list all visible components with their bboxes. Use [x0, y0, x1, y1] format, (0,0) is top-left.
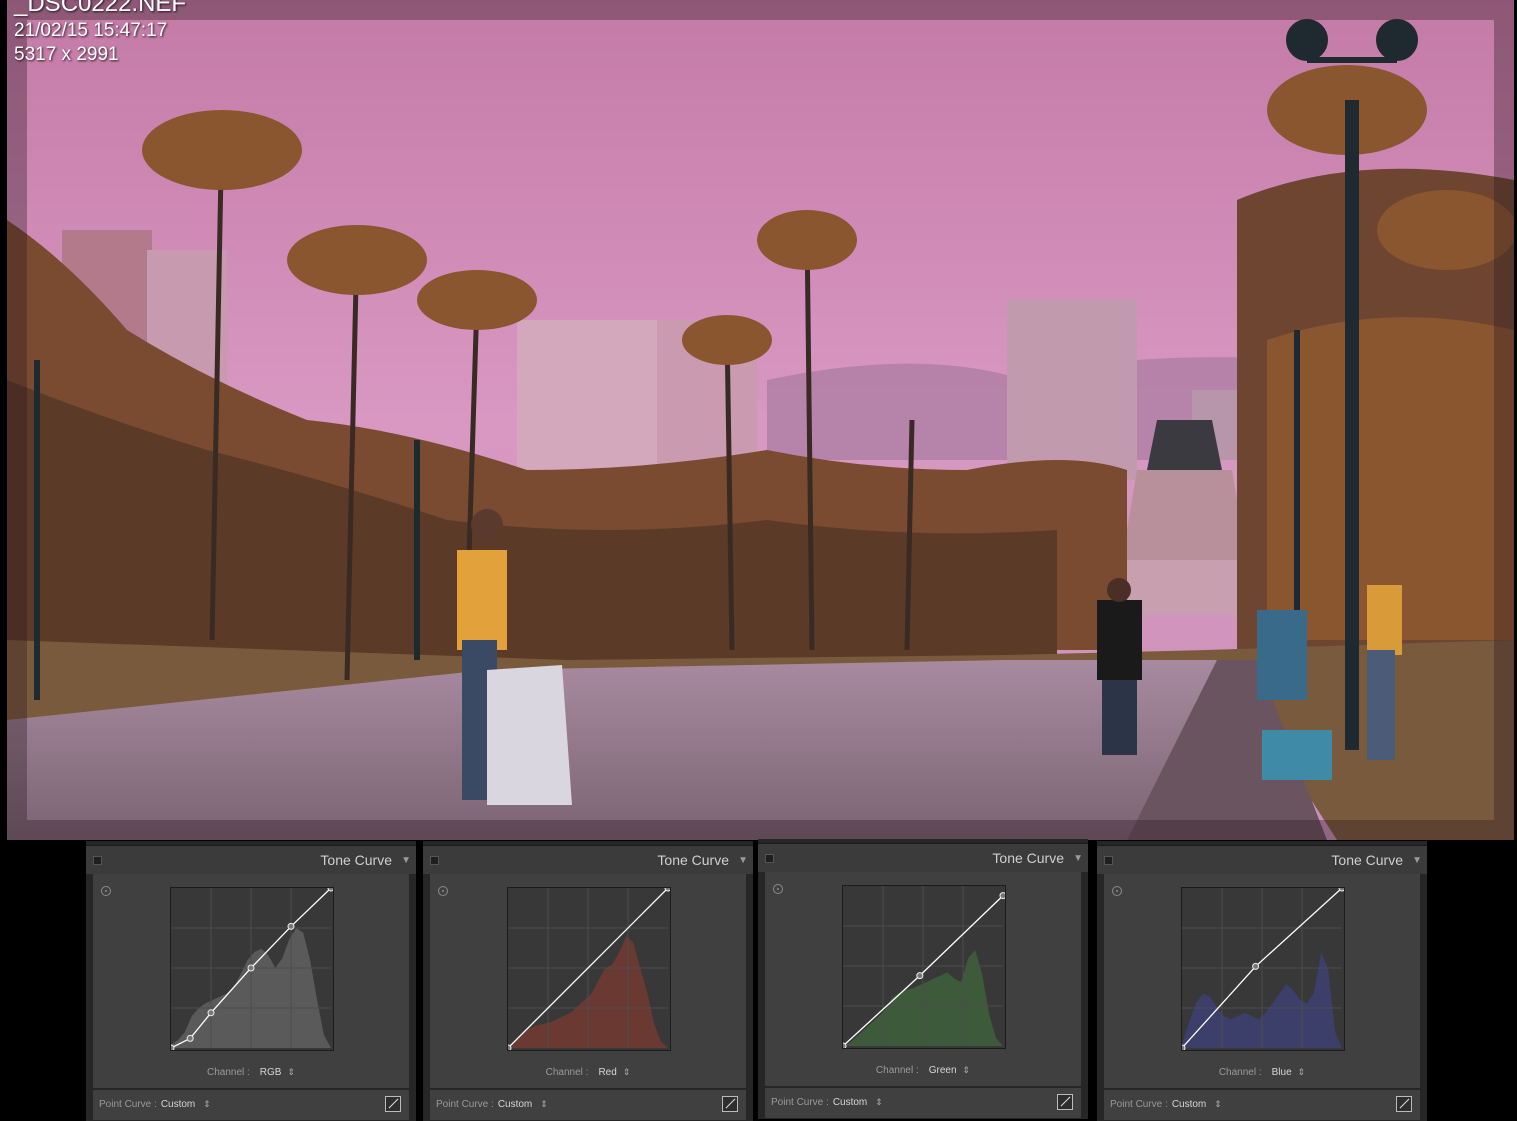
collapse-triangle-icon[interactable]: ▼ [401, 855, 411, 866]
curve-control-point[interactable] [247, 964, 255, 972]
channel-row: Channel : RGB ⇕ [93, 1067, 409, 1078]
channel-row: Channel : Green ⇕ [765, 1065, 1081, 1076]
photo-preview [7, 0, 1514, 840]
curve-control-point[interactable] [999, 892, 1006, 900]
curve-control-point[interactable] [186, 1034, 194, 1042]
channel-label: Channel : [875, 1065, 919, 1076]
channel-select[interactable]: Green [929, 1065, 957, 1076]
curve-graph[interactable] [842, 885, 1006, 1049]
point-curve-label: Point Curve : [99, 1099, 157, 1110]
updown-arrows-icon[interactable]: ⇕ [287, 1067, 295, 1077]
panel-toggle[interactable] [765, 854, 774, 863]
curve-body: Channel : RGB ⇕ [93, 874, 409, 1088]
updown-arrows-icon[interactable]: ⇕ [540, 1099, 548, 1109]
updown-arrows-icon[interactable]: ⇕ [203, 1099, 211, 1109]
point-curve-row: Point Curve : Custom ⇕ [1104, 1090, 1420, 1120]
point-curve-row: Point Curve : Custom ⇕ [93, 1090, 409, 1120]
curve-graph[interactable] [507, 887, 671, 1051]
point-curve-select[interactable]: Custom [161, 1099, 195, 1110]
point-curve-label: Point Curve : [771, 1097, 829, 1108]
curve-control-point[interactable] [507, 1044, 512, 1051]
tone-curve-panel-rgb: Tone Curve ▼ Channel : RGB ⇕ Point Curve :… [86, 841, 416, 1121]
point-curve-label: Point Curve : [1110, 1099, 1168, 1110]
panel-title: Tone Curve [1331, 852, 1403, 868]
curve-control-point[interactable] [287, 922, 295, 930]
curve-control-point[interactable] [1252, 962, 1260, 970]
curve-control-point[interactable] [842, 1042, 847, 1049]
tone-curve-panel-green: Tone Curve ▼ Channel : Green ⇕ Point Curve… [758, 839, 1088, 1119]
panel-toggle[interactable] [93, 856, 102, 865]
target-adjust-icon[interactable] [101, 886, 111, 896]
curve-control-point[interactable] [1338, 887, 1345, 892]
curve-body: Channel : Red ⇕ [430, 874, 746, 1088]
tone-curve-panel-red: Tone Curve ▼ Channel : Red ⇕ Point Curve :… [423, 841, 753, 1121]
updown-arrows-icon[interactable]: ⇕ [1214, 1099, 1222, 1109]
tone-curve-panel-blue: Tone Curve ▼ Channel : Blue ⇕ Point Curve … [1097, 841, 1427, 1121]
updown-arrows-icon[interactable]: ⇕ [623, 1067, 631, 1077]
collapse-triangle-icon[interactable]: ▼ [1412, 855, 1422, 866]
edit-point-curve-icon[interactable] [1396, 1096, 1412, 1112]
curve-control-point[interactable] [170, 1044, 175, 1051]
panel-header[interactable]: Tone Curve ▼ [1097, 845, 1427, 874]
point-curve-row: Point Curve : Custom ⇕ [430, 1090, 746, 1120]
updown-arrows-icon[interactable]: ⇕ [875, 1097, 883, 1107]
collapse-triangle-icon[interactable]: ▼ [738, 855, 748, 866]
edit-point-curve-icon[interactable] [385, 1096, 401, 1112]
panel-title: Tone Curve [657, 852, 729, 868]
curve-graph[interactable] [170, 887, 334, 1051]
point-curve-label: Point Curve : [436, 1099, 494, 1110]
panel-header[interactable]: Tone Curve ▼ [758, 843, 1088, 872]
updown-arrows-icon[interactable]: ⇕ [1298, 1067, 1306, 1077]
panel-title: Tone Curve [992, 850, 1064, 866]
point-curve-select[interactable]: Custom [498, 1099, 532, 1110]
photo-dimensions: 5317 x 2991 [14, 44, 119, 65]
curve-control-point[interactable] [664, 887, 671, 892]
curve-graph[interactable] [1181, 887, 1345, 1051]
curve-control-point[interactable] [1181, 1044, 1186, 1051]
curve-body: Channel : Green ⇕ [765, 872, 1081, 1086]
channel-label: Channel : [1218, 1067, 1262, 1078]
curve-control-point[interactable] [916, 972, 924, 980]
point-curve-row: Point Curve : Custom ⇕ [765, 1088, 1081, 1118]
channel-row: Channel : Red ⇕ [430, 1067, 746, 1078]
collapse-triangle-icon[interactable]: ▼ [1073, 853, 1083, 864]
curve-control-point[interactable] [327, 887, 334, 892]
channel-label: Channel : [545, 1067, 589, 1078]
channel-row: Channel : Blue ⇕ [1104, 1067, 1420, 1078]
panel-header[interactable]: Tone Curve ▼ [86, 845, 416, 874]
edit-point-curve-icon[interactable] [722, 1096, 738, 1112]
channel-select[interactable]: RGB [260, 1067, 282, 1078]
channel-label: Channel : [206, 1067, 250, 1078]
target-adjust-icon[interactable] [438, 886, 448, 896]
curve-body: Channel : Blue ⇕ [1104, 874, 1420, 1088]
point-curve-select[interactable]: Custom [833, 1097, 867, 1108]
curve-control-point[interactable] [207, 1009, 215, 1017]
point-curve-select[interactable]: Custom [1172, 1099, 1206, 1110]
channel-select[interactable]: Blue [1272, 1067, 1292, 1078]
photo-filename: _DSC0222.NEF [14, 0, 187, 17]
target-adjust-icon[interactable] [1112, 886, 1122, 896]
panel-title: Tone Curve [320, 852, 392, 868]
panel-toggle[interactable] [1104, 856, 1113, 865]
panel-toggle[interactable] [430, 856, 439, 865]
edit-point-curve-icon[interactable] [1057, 1094, 1073, 1110]
photo-datetime: 21/02/15 15:47:17 [14, 20, 168, 41]
channel-select[interactable]: Red [598, 1067, 616, 1078]
panel-header[interactable]: Tone Curve ▼ [423, 845, 753, 874]
target-adjust-icon[interactable] [773, 884, 783, 894]
updown-arrows-icon[interactable]: ⇕ [963, 1065, 971, 1075]
